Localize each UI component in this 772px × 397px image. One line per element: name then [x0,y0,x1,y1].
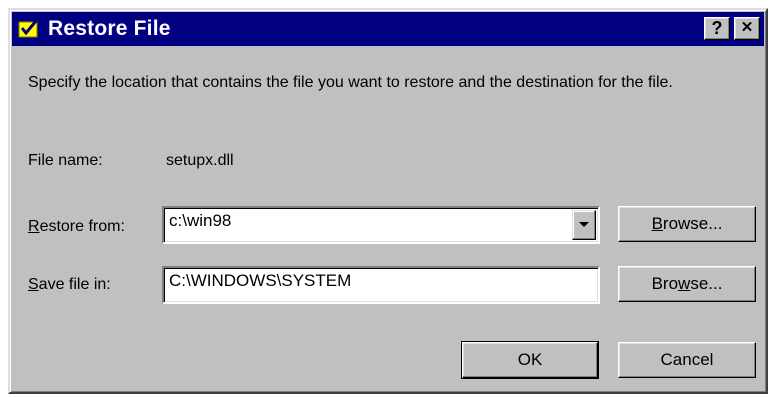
checkmark-folder-icon [18,18,40,40]
close-icon: ✕ [740,19,754,36]
chevron-down-icon [579,222,589,227]
title-bar[interactable]: Restore File ? ✕ [12,12,764,46]
ok-button[interactable]: OK [461,341,599,379]
restore-from-value: c:\win98 [169,211,232,230]
restore-from-accel: R [28,218,40,235]
save-file-in-label-rest: ave file in: [38,276,111,293]
restore-from-combobox[interactable]: c:\win98 [162,206,600,244]
restore-from-label: Restore from: [28,218,125,236]
instructions-text: Specify the location that contains the f… [28,74,673,91]
save-file-in-label: Save file in: [28,276,111,294]
restore-from-browse-button[interactable]: Browse... [618,206,756,242]
save-file-in-accel: S [28,276,39,293]
close-button[interactable]: ✕ [734,17,760,40]
save-file-in-value: C:\WINDOWS\SYSTEM [169,271,352,290]
help-button[interactable]: ? [704,17,730,40]
file-name-value: setupx.dll [166,152,234,169]
dialog-body: Specify the location that contains the f… [10,46,766,392]
restore-from-dropdown-button[interactable] [572,210,596,240]
save-file-in-browse-button[interactable]: Bro w se... [618,266,756,302]
restore-from-label-rest: estore from: [39,218,125,235]
cancel-button[interactable]: Cancel [618,342,756,378]
file-name-label: File name: [28,152,103,169]
save-file-in-input[interactable]: C:\WINDOWS\SYSTEM [162,266,600,304]
window-title: Restore File [48,17,171,40]
restore-file-dialog: Restore File ? ✕ Specify the location th… [8,8,768,394]
